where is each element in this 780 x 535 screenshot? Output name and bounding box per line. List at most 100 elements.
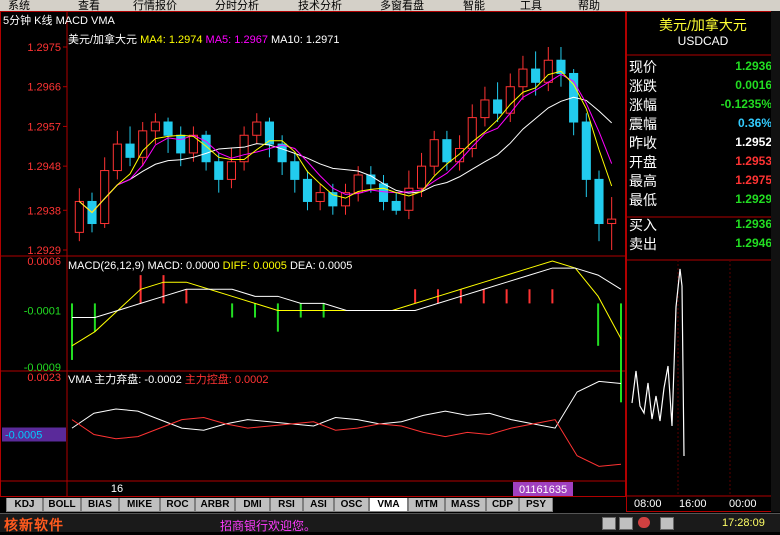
scrollbar[interactable] — [771, 11, 780, 512]
tab-cdp[interactable]: CDP — [486, 498, 519, 512]
price-tick-label: 1.2957 — [27, 121, 61, 133]
menu-item[interactable]: 智能 — [463, 0, 485, 11]
intraday-time-label: 08:00 — [634, 498, 662, 510]
menu-item[interactable]: 帮助 — [578, 0, 600, 11]
tab-dmi[interactable]: DMI — [235, 498, 270, 512]
tab-mass[interactable]: MASS — [445, 498, 486, 512]
candle — [594, 170, 604, 242]
quote-value: 1.2936 — [735, 217, 772, 231]
quote-label: 现价 — [629, 59, 657, 75]
intraday-time-label: 16:00 — [679, 498, 707, 510]
quote-value: 1.2936 — [735, 59, 772, 73]
intraday-time-label: 00:00 — [729, 498, 757, 510]
tab-psy[interactable]: PSY — [519, 498, 553, 512]
quote-value: 0.0016 — [735, 78, 772, 92]
macd-tick-label: -0.0001 — [24, 305, 61, 317]
candle — [100, 157, 110, 228]
network-icon[interactable] — [660, 517, 674, 530]
vma-legend: VMA 主力弃盘: -0.0002 主力控盘: 0.0002 — [68, 372, 269, 386]
legend-entry: MA10: 1.2971 — [268, 34, 340, 46]
menu-item[interactable]: 工具 — [520, 0, 542, 11]
candle — [226, 148, 236, 189]
legend-entry: MA5: 1.2967 — [203, 34, 268, 46]
candle — [455, 135, 465, 171]
candle — [138, 122, 148, 167]
status-bar: 核新软件 招商银行欢迎您。 17:28:09 — [0, 513, 780, 533]
quote-value: 1.2952 — [735, 135, 772, 149]
tab-boll[interactable]: BOLL — [43, 498, 81, 512]
legend-entry: MACD: 0.0000 — [144, 260, 219, 272]
status-message: 招商银行欢迎您。 — [220, 519, 317, 533]
quote-value: 1.2975 — [735, 173, 772, 187]
menu-item[interactable]: 查看 — [78, 0, 100, 11]
legend-entry: 主力控盘: 0.0002 — [182, 372, 269, 386]
price-tick-label: 1.2966 — [27, 82, 61, 94]
intraday-price-line — [631, 268, 685, 457]
chart-area[interactable]: 5分钟 K线 MACD VMA 美元/加拿大元 MA4: 1.2974 MA5: … — [0, 11, 626, 497]
quote-label: 最高 — [629, 173, 657, 189]
legend-entry: DIFF: 0.0005 — [220, 260, 287, 272]
candle — [518, 55, 528, 100]
legend-entry: MA4: 1.2974 — [137, 34, 202, 46]
dea-line — [72, 267, 622, 319]
candle — [74, 188, 84, 242]
menu-bar: 系统 查看 行情报价 分时分析 技术分析 多窗看盘 智能 工具 帮助 — [0, 0, 780, 11]
macd-tick-label: 0.0006 — [27, 256, 61, 268]
price-tick-label: 1.2975 — [27, 42, 61, 54]
tab-mike[interactable]: MIKE — [119, 498, 160, 512]
quote-label: 涨跌 — [629, 78, 657, 94]
mail-icon[interactable] — [619, 517, 633, 530]
candle — [150, 113, 160, 145]
quote-label: 涨幅 — [629, 97, 657, 113]
tab-vma[interactable]: VMA — [369, 498, 408, 512]
candle — [201, 130, 211, 171]
quote-value: 1.2929 — [735, 192, 772, 206]
candle — [264, 117, 275, 158]
price-tick-label: 1.2938 — [27, 205, 61, 217]
tab-bias[interactable]: BIAS — [81, 498, 119, 512]
tab-kdj[interactable]: KDJ — [6, 498, 43, 512]
tab-arbr[interactable]: ARBR — [195, 498, 235, 512]
candle — [290, 152, 300, 193]
legend-entry: 美元/加拿大元 — [68, 32, 137, 46]
quote-label: 昨收 — [629, 135, 657, 151]
volume-icon[interactable] — [602, 517, 616, 530]
chart-title: 5分钟 K线 MACD VMA — [3, 13, 116, 27]
candle — [340, 183, 351, 215]
quote-panel: 美元/加拿大元 USDCAD 现价 1.2936 涨跌 0.0016 涨幅 -0.1235… — [626, 11, 780, 512]
menu-item[interactable]: 多窗看盘 — [380, 0, 424, 11]
menu-item[interactable]: 分时分析 — [215, 0, 259, 11]
tab-roc[interactable]: ROC — [160, 498, 195, 512]
tab-asi[interactable]: ASI — [303, 498, 334, 512]
vma-tick-label: 0.0023 — [27, 372, 61, 384]
quote-label: 卖出 — [629, 236, 657, 252]
price-tick-label: 1.2948 — [27, 161, 61, 173]
menu-item[interactable]: 行情报价 — [133, 0, 177, 11]
menu-item[interactable]: 技术分析 — [298, 0, 342, 11]
tab-mtm[interactable]: MTM — [408, 498, 445, 512]
candle — [378, 174, 389, 211]
vma-tick-label: -0.0005 — [5, 430, 42, 442]
candle — [214, 152, 224, 193]
quote-value: -0.1235% — [720, 97, 772, 111]
candle — [125, 126, 135, 167]
candle — [581, 113, 591, 198]
quote-label: 开盘 — [629, 154, 657, 170]
quote-label: 买入 — [629, 217, 657, 233]
clock: 17:28:09 — [722, 517, 765, 529]
tab-rsi[interactable]: RSI — [270, 498, 303, 512]
macd-legend: MACD(26,12,9) MACD: 0.0000 DIFF: 0.0005 … — [68, 260, 352, 272]
indicator-tab-bar: KDJ BOLL BIAS MIKE ROC ARBR DMI RSI ASI OSC VMA MTM… — [0, 497, 626, 512]
quote-label: 最低 — [629, 192, 657, 208]
legend-entry: DEA: 0.0005 — [287, 260, 352, 272]
candle — [556, 47, 566, 87]
alert-icon[interactable] — [638, 517, 650, 528]
candle — [569, 69, 579, 136]
legend-entry: MACD(26,12,9) — [68, 260, 144, 272]
candle — [429, 130, 439, 175]
candle — [607, 197, 617, 250]
menu-item[interactable]: 系统 — [8, 0, 30, 11]
legend-entry: 主力弃盘: -0.0002 — [94, 372, 181, 386]
candle — [252, 113, 262, 145]
tab-osc[interactable]: OSC — [334, 498, 369, 512]
